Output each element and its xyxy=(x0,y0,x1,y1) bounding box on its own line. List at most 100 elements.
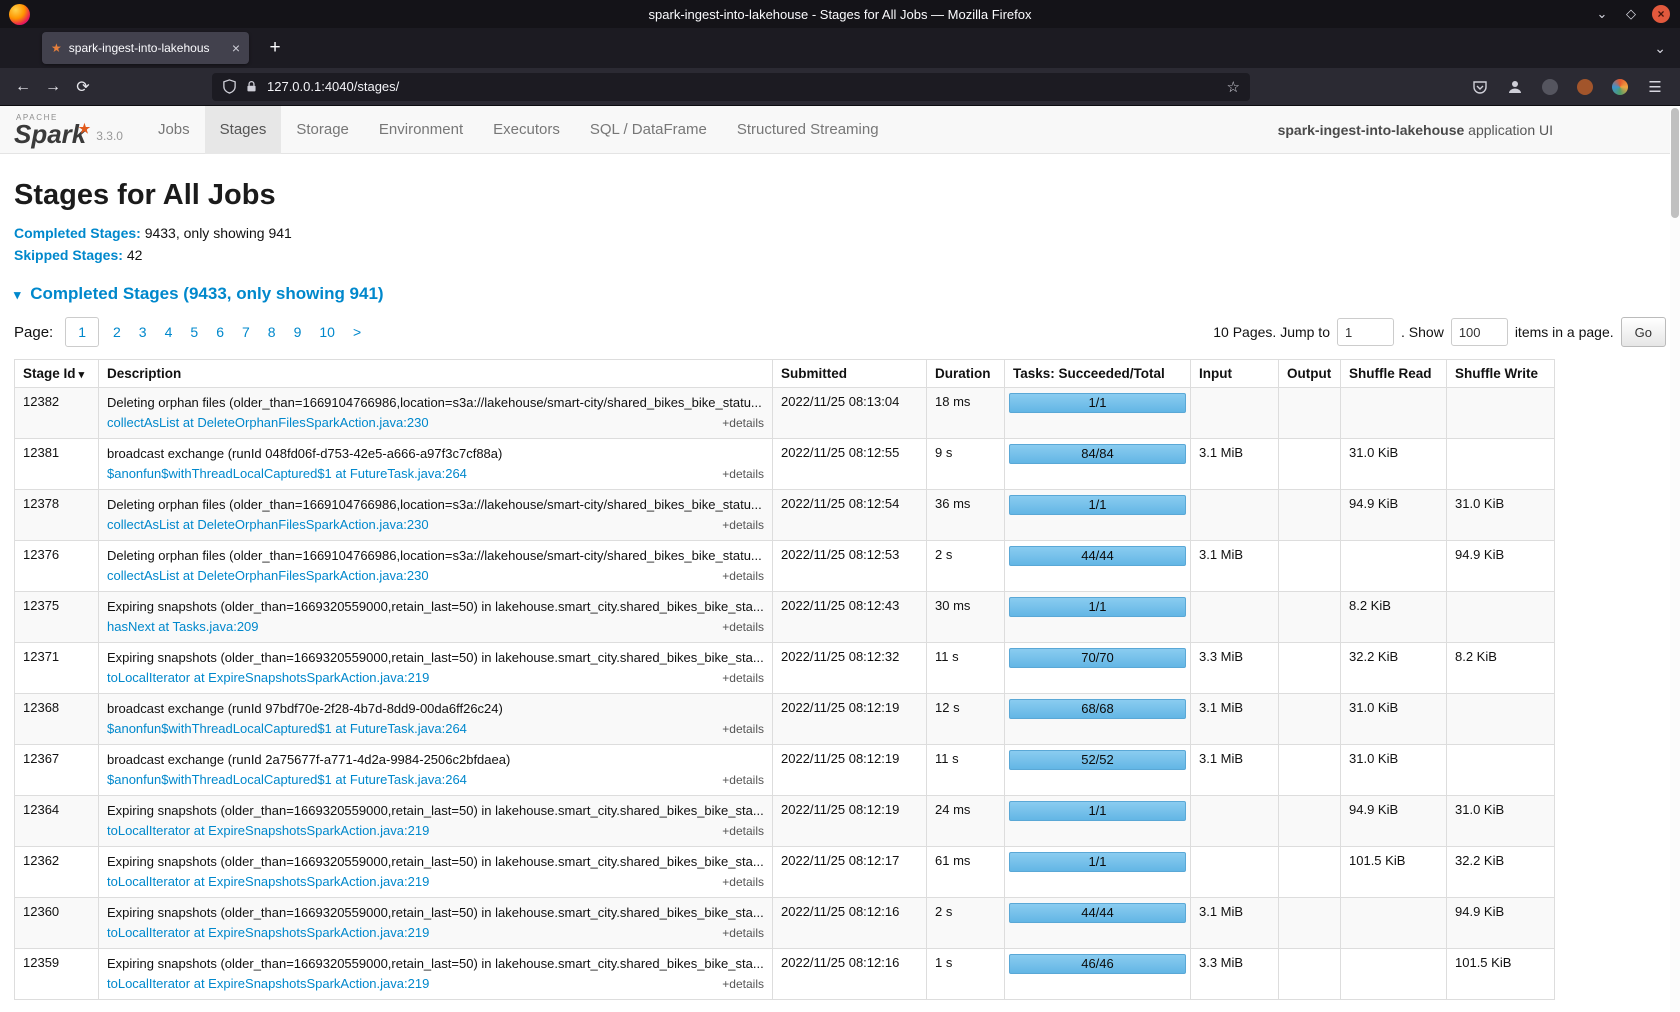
page-link-3[interactable]: 3 xyxy=(139,324,147,340)
url-text[interactable]: 127.0.0.1:4040/stages/ xyxy=(267,79,1227,94)
items-per-page-input[interactable] xyxy=(1451,318,1508,346)
details-toggle[interactable]: +details xyxy=(722,721,764,738)
page-link-7[interactable]: 7 xyxy=(242,324,250,340)
stage-callsite-link[interactable]: toLocalIterator at ExpireSnapshotsSparkA… xyxy=(107,924,429,941)
details-toggle[interactable]: +details xyxy=(722,568,764,585)
extension-pinwheel-icon[interactable] xyxy=(1611,78,1629,96)
submitted-cell: 2022/11/25 08:12:19 xyxy=(773,694,927,745)
completed-stages-section-toggle[interactable]: ▾ Completed Stages (9433, only showing 9… xyxy=(14,284,1666,304)
skipped-stages-summary: Skipped Stages: 42 xyxy=(14,247,1666,263)
details-toggle[interactable]: +details xyxy=(722,925,764,942)
stage-callsite-link[interactable]: $anonfun$withThreadLocalCaptured$1 at Fu… xyxy=(107,720,467,737)
description-cell: Expiring snapshots (older_than=166932055… xyxy=(99,796,773,847)
column-header-tasks-succeeded-total[interactable]: Tasks: Succeeded/Total xyxy=(1005,360,1191,388)
scrollbar-thumb[interactable] xyxy=(1671,108,1679,218)
window-close-button[interactable]: × xyxy=(1652,5,1670,23)
go-button[interactable]: Go xyxy=(1621,317,1666,347)
page-link-2[interactable]: 2 xyxy=(113,324,121,340)
column-header-shuffle-write[interactable]: Shuffle Write xyxy=(1447,360,1555,388)
list-all-tabs-button[interactable]: ⌄ xyxy=(1654,40,1666,57)
tasks-progress-bar: 44/44 xyxy=(1009,903,1186,923)
window-title: spark-ingest-into-lakehouse - Stages for… xyxy=(0,7,1680,22)
details-toggle[interactable]: +details xyxy=(722,619,764,636)
column-header-duration[interactable]: Duration xyxy=(927,360,1005,388)
jump-to-page-input[interactable] xyxy=(1337,318,1394,346)
stage-callsite-link[interactable]: hasNext at Tasks.java:209 xyxy=(107,618,259,635)
tab-close-button[interactable]: × xyxy=(232,40,240,56)
page-link-1[interactable]: 1 xyxy=(65,317,99,347)
column-header-shuffle-read[interactable]: Shuffle Read xyxy=(1341,360,1447,388)
stage-callsite-link[interactable]: toLocalIterator at ExpireSnapshotsSparkA… xyxy=(107,975,429,992)
duration-cell: 2 s xyxy=(927,541,1005,592)
stage-callsite-link[interactable]: toLocalIterator at ExpireSnapshotsSparkA… xyxy=(107,822,429,839)
column-header-input[interactable]: Input xyxy=(1191,360,1279,388)
details-toggle[interactable]: +details xyxy=(722,670,764,687)
stage-callsite-link[interactable]: toLocalIterator at ExpireSnapshotsSparkA… xyxy=(107,669,429,686)
stage-row: 12359 Expiring snapshots (older_than=166… xyxy=(15,949,1555,1000)
connection-lock-icon[interactable] xyxy=(245,80,258,93)
new-tab-button[interactable]: + xyxy=(263,37,287,59)
spark-nav-stages[interactable]: Stages xyxy=(205,106,282,154)
details-toggle[interactable]: +details xyxy=(722,415,764,432)
column-header-description[interactable]: Description xyxy=(99,360,773,388)
stage-callsite-link[interactable]: collectAsList at DeleteOrphanFilesSparkA… xyxy=(107,567,429,584)
page-link-6[interactable]: 6 xyxy=(216,324,224,340)
column-header-submitted[interactable]: Submitted xyxy=(773,360,927,388)
spark-logo[interactable]: APACHE Spark★ 3.3.0 xyxy=(14,113,123,146)
spark-nav-storage[interactable]: Storage xyxy=(281,106,364,154)
page-next-link[interactable]: > xyxy=(353,324,361,340)
column-header-stage-id[interactable]: Stage Id ▾ xyxy=(15,360,99,388)
browser-tab[interactable]: ★ spark-ingest-into-lakehous × xyxy=(42,32,249,64)
stage-id-cell: 12359 xyxy=(15,949,99,1000)
extension-badge-icon[interactable] xyxy=(1541,78,1559,96)
bookmark-star-icon[interactable]: ☆ xyxy=(1227,78,1240,96)
account-icon[interactable] xyxy=(1506,78,1524,96)
details-toggle[interactable]: +details xyxy=(722,517,764,534)
menu-icon[interactable]: ☰ xyxy=(1646,78,1664,96)
page-link-5[interactable]: 5 xyxy=(190,324,198,340)
completed-stages-link[interactable]: Completed Stages: xyxy=(14,225,141,241)
details-toggle[interactable]: +details xyxy=(722,874,764,891)
column-header-output[interactable]: Output xyxy=(1279,360,1341,388)
details-toggle[interactable]: +details xyxy=(722,823,764,840)
reload-button[interactable]: ⟳ xyxy=(68,73,98,101)
submitted-cell: 2022/11/25 08:13:04 xyxy=(773,388,927,439)
page-scrollbar[interactable] xyxy=(1670,106,1680,1012)
stage-id-cell: 12367 xyxy=(15,745,99,796)
profile-avatar-icon[interactable] xyxy=(1576,78,1594,96)
spark-nav-structured-streaming[interactable]: Structured Streaming xyxy=(722,106,894,154)
window-controls: ⌄ ◇ × xyxy=(1594,5,1680,23)
page-link-8[interactable]: 8 xyxy=(268,324,276,340)
details-toggle[interactable]: +details xyxy=(722,466,764,483)
output-cell xyxy=(1279,541,1341,592)
page-link-4[interactable]: 4 xyxy=(165,324,173,340)
forward-button[interactable]: → xyxy=(38,73,68,101)
spark-nav-jobs[interactable]: Jobs xyxy=(143,106,205,154)
stage-id-cell: 12375 xyxy=(15,592,99,643)
spark-nav-executors[interactable]: Executors xyxy=(478,106,575,154)
details-toggle[interactable]: +details xyxy=(722,772,764,789)
tracking-protection-shield-icon[interactable] xyxy=(222,79,237,94)
spark-nav-sql-dataframe[interactable]: SQL / DataFrame xyxy=(575,106,722,154)
url-bar[interactable]: 127.0.0.1:4040/stages/ ☆ xyxy=(212,73,1250,101)
details-toggle[interactable]: +details xyxy=(722,976,764,993)
page-link-9[interactable]: 9 xyxy=(294,324,302,340)
stage-callsite-link[interactable]: toLocalIterator at ExpireSnapshotsSparkA… xyxy=(107,873,429,890)
tasks-progress-label: 44/44 xyxy=(1081,548,1114,563)
window-maximize-button[interactable]: ◇ xyxy=(1623,6,1639,22)
application-name: spark-ingest-into-lakehouse xyxy=(1278,122,1465,138)
window-minimize-button[interactable]: ⌄ xyxy=(1594,6,1610,22)
stage-callsite-link[interactable]: $anonfun$withThreadLocalCaptured$1 at Fu… xyxy=(107,465,467,482)
stage-callsite-link[interactable]: collectAsList at DeleteOrphanFilesSparkA… xyxy=(107,516,429,533)
stage-callsite-link[interactable]: $anonfun$withThreadLocalCaptured$1 at Fu… xyxy=(107,771,467,788)
page-link-10[interactable]: 10 xyxy=(319,324,335,340)
spark-nav-environment[interactable]: Environment xyxy=(364,106,478,154)
shuffle-read-cell: 31.0 KiB xyxy=(1341,439,1447,490)
skipped-stages-link[interactable]: Skipped Stages: xyxy=(14,247,123,263)
submitted-cell: 2022/11/25 08:12:53 xyxy=(773,541,927,592)
back-button[interactable]: ← xyxy=(8,73,38,101)
stage-callsite-link[interactable]: collectAsList at DeleteOrphanFilesSparkA… xyxy=(107,414,429,431)
stages-table: Stage Id ▾DescriptionSubmittedDurationTa… xyxy=(14,359,1555,1000)
pocket-icon[interactable] xyxy=(1471,78,1489,96)
shuffle-read-cell: 32.2 KiB xyxy=(1341,643,1447,694)
